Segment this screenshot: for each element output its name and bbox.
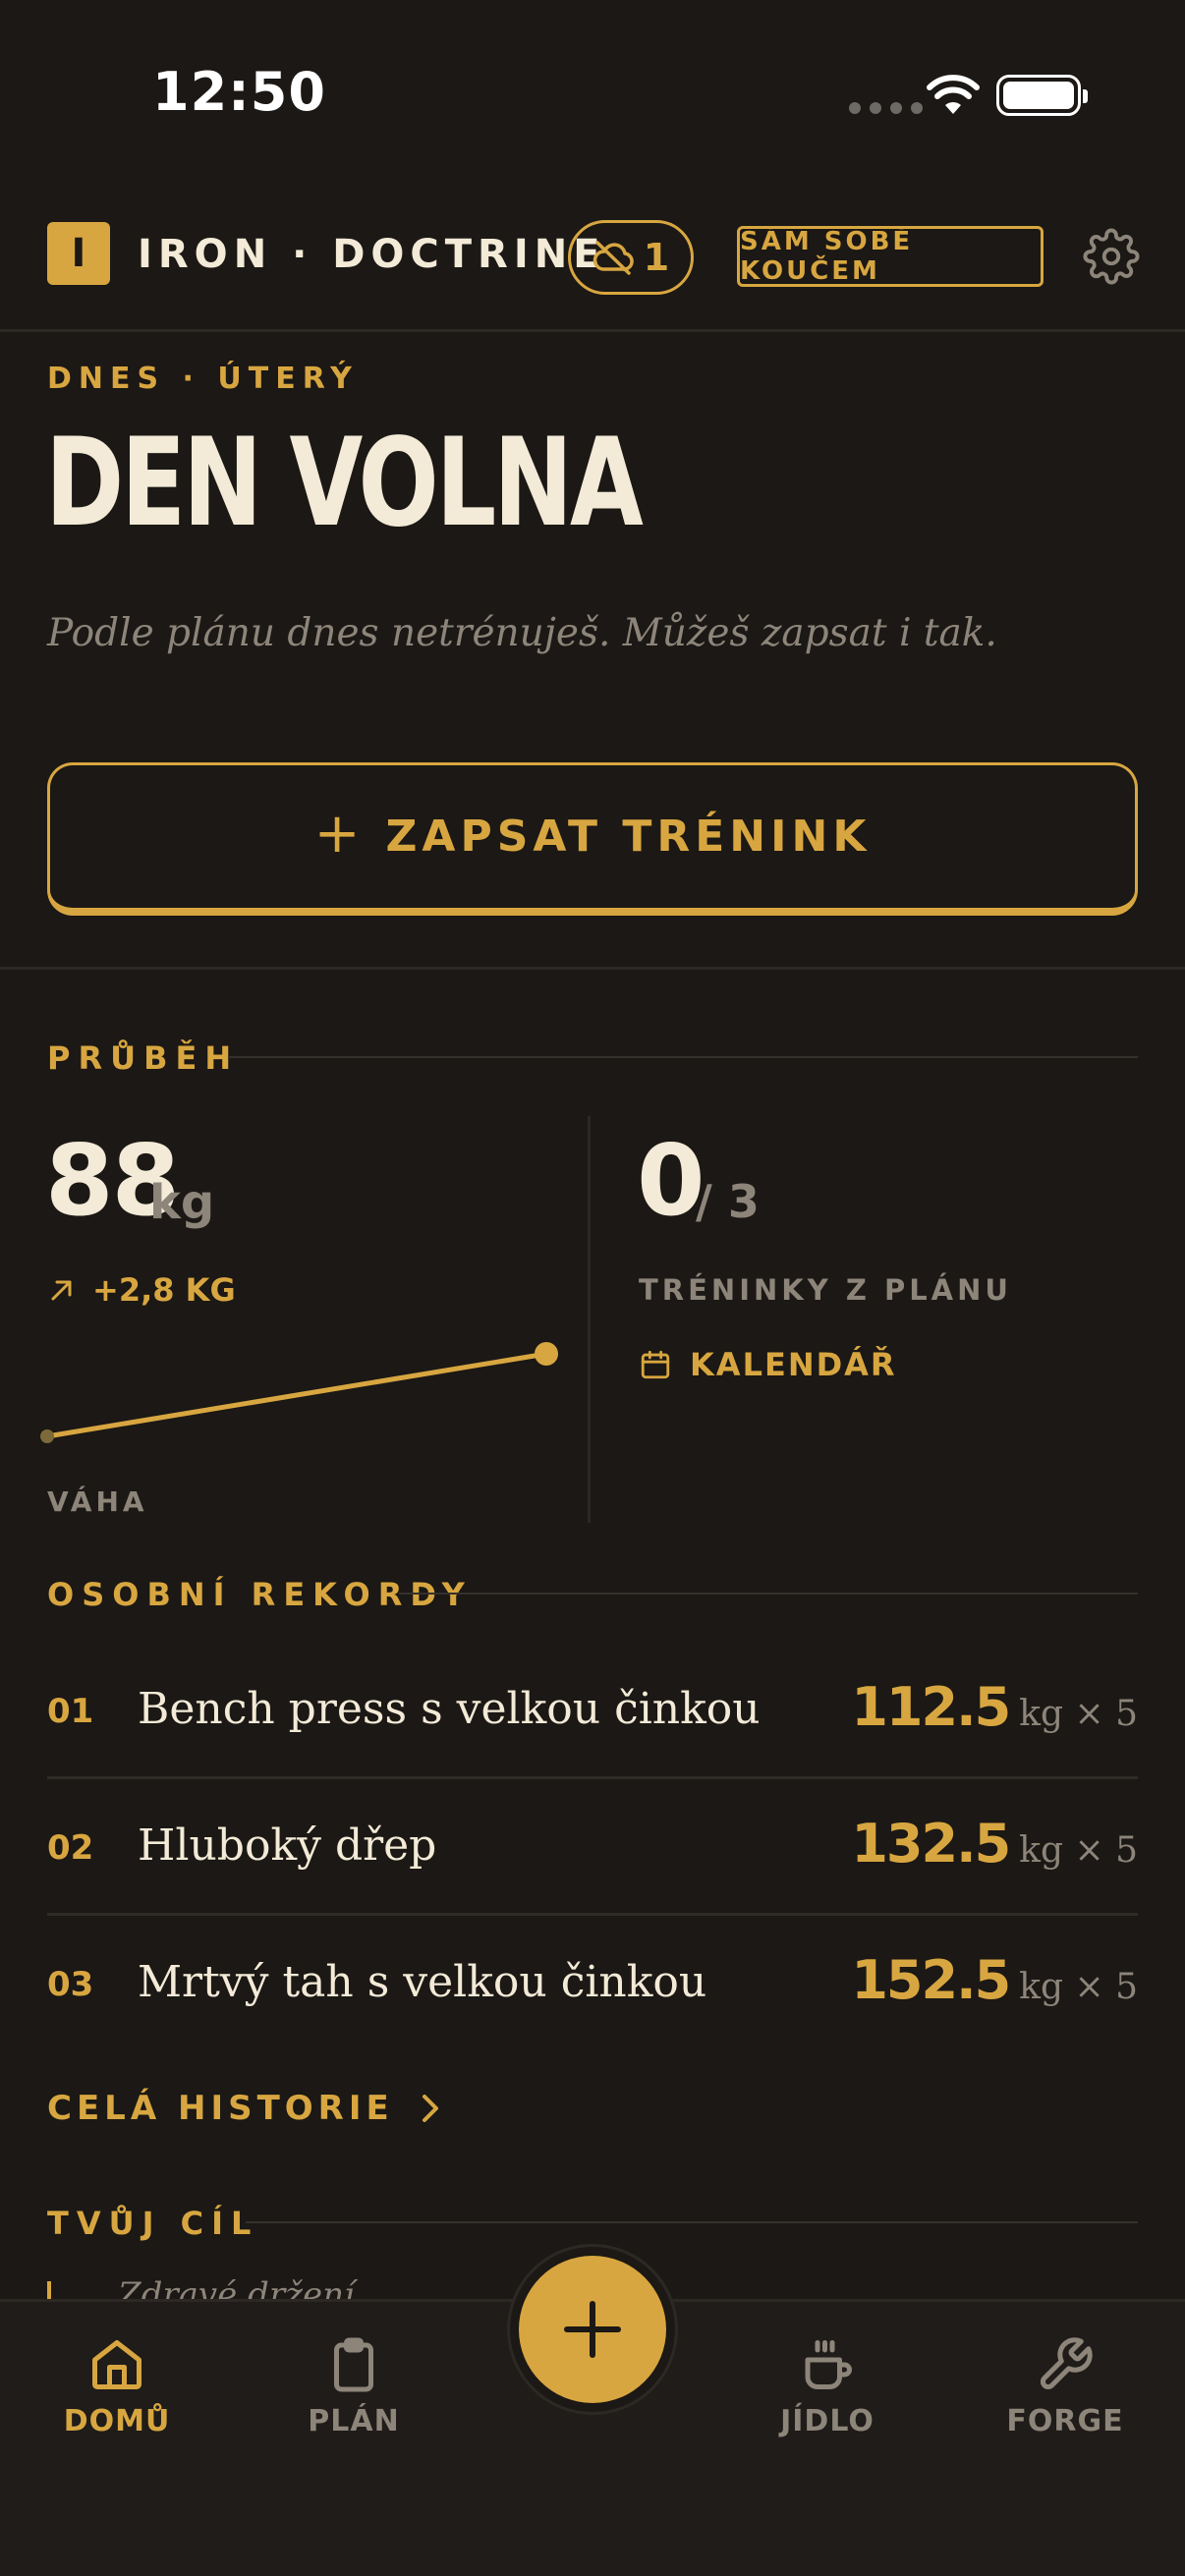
record-row[interactable]: 01 Bench press s velkou činkou 112.5 kg … [47, 1643, 1138, 1779]
today-title: DEN VOLNA [45, 413, 644, 554]
today-subtitle: Podle plánu dnes netrénuješ. Můžeš zapsa… [47, 611, 997, 655]
status-time: 12:50 [152, 61, 326, 123]
app-header: I IRON · DOCTRINE 1 SÁM SOBĚ KOUČEM [0, 202, 1185, 332]
calendar-link[interactable]: KALENDÁŘ [639, 1346, 897, 1383]
weight-delta: +2,8 KG [49, 1271, 236, 1309]
today-label: DNES · ÚTERÝ [47, 362, 359, 396]
record-unit: kg × 5 [1019, 1967, 1138, 2007]
wifi-icon [927, 75, 980, 114]
progress-heading-rule [228, 1056, 1138, 1058]
weight-start-point [40, 1429, 54, 1443]
calendar-icon [641, 1350, 670, 1379]
nav-food[interactable]: JÍDLO [729, 2335, 926, 2438]
offline-sync-badge[interactable]: 1 [568, 220, 694, 295]
coach-mode-button[interactable]: SÁM SOBĚ KOUČEM [737, 226, 1044, 287]
gear-icon[interactable] [1083, 228, 1140, 285]
clipboard-icon [334, 2337, 373, 2392]
goal-accent-bar [47, 2281, 51, 2301]
chevron-right-icon [422, 2095, 438, 2122]
home-icon [92, 2340, 141, 2389]
log-workout-button[interactable]: + ZAPSAT TRÉNINK [47, 762, 1138, 916]
progress-heading: PRŮBĚH [47, 1039, 240, 1077]
goal-heading-rule [246, 2221, 1138, 2223]
add-fab-button[interactable] [519, 2256, 666, 2403]
record-number: 01 [47, 1692, 94, 1731]
weight-unit: kg [149, 1175, 215, 1230]
offline-count: 1 [643, 236, 670, 279]
record-row[interactable]: 03 Mrtvý tah s velkou činkou 152.5 kg × … [47, 1916, 1138, 2052]
nav-home[interactable]: DOMŮ [19, 2335, 215, 2438]
record-unit: kg × 5 [1019, 1830, 1138, 1871]
weight-label: VÁHA [47, 1485, 148, 1518]
plan-total-count: / 3 [696, 1175, 760, 1228]
records-heading: OSOBNÍ REKORDY [47, 1576, 473, 1613]
nav-plan-label: PLÁN [308, 2404, 400, 2438]
weight-sparkline [40, 1342, 558, 1443]
record-unit: kg × 5 [1019, 1694, 1138, 1734]
calendar-link-label: KALENDÁŘ [690, 1346, 897, 1383]
nav-forge-label: FORGE [1006, 2404, 1124, 2438]
goal-heading: TVŮJ CÍL [47, 2205, 259, 2242]
record-exercise: Mrtvý tah s velkou činkou [138, 1957, 707, 2007]
progress-divider [588, 1116, 591, 1523]
record-row[interactable]: 02 Hluboký dřep 132.5 kg × 5 [47, 1779, 1138, 1916]
nav-forge[interactable]: FORGE [967, 2335, 1163, 2438]
log-workout-label: ZAPSAT TRÉNINK [385, 812, 872, 862]
nav-plan[interactable]: PLÁN [255, 2335, 452, 2438]
section-divider [0, 967, 1185, 970]
nav-food-label: JÍDLO [780, 2404, 875, 2438]
weight-delta-value: +2,8 KG [92, 1271, 236, 1309]
record-weight: 112.5 [851, 1676, 1011, 1738]
weight-latest-point [535, 1342, 558, 1366]
signal-icon [849, 102, 923, 114]
records-heading-rule [399, 1593, 1138, 1595]
plus-icon [564, 2301, 621, 2358]
record-exercise: Bench press s velkou činkou [138, 1684, 761, 1734]
app-logo: I [47, 222, 110, 285]
battery-icon [996, 75, 1088, 116]
plan-label: TRÉNINKY Z PLÁNU [639, 1273, 1012, 1307]
full-history-label: CELÁ HISTORIE [47, 2089, 394, 2128]
record-number: 02 [47, 1828, 94, 1868]
trend-up-icon [51, 1280, 72, 1301]
record-exercise: Hluboký dřep [138, 1820, 437, 1871]
app-name: IRON · DOCTRINE [138, 232, 606, 277]
record-weight: 152.5 [851, 1949, 1011, 2011]
nav-home-label: DOMŮ [63, 2404, 171, 2438]
record-number: 03 [47, 1965, 94, 2004]
full-history-link[interactable]: CELÁ HISTORIE [47, 2089, 441, 2128]
wrench-icon [1040, 2337, 1093, 2390]
cup-icon [805, 2340, 852, 2389]
cloud-off-icon [592, 241, 634, 275]
plus-icon: + [313, 801, 361, 866]
record-weight: 132.5 [851, 1813, 1011, 1875]
